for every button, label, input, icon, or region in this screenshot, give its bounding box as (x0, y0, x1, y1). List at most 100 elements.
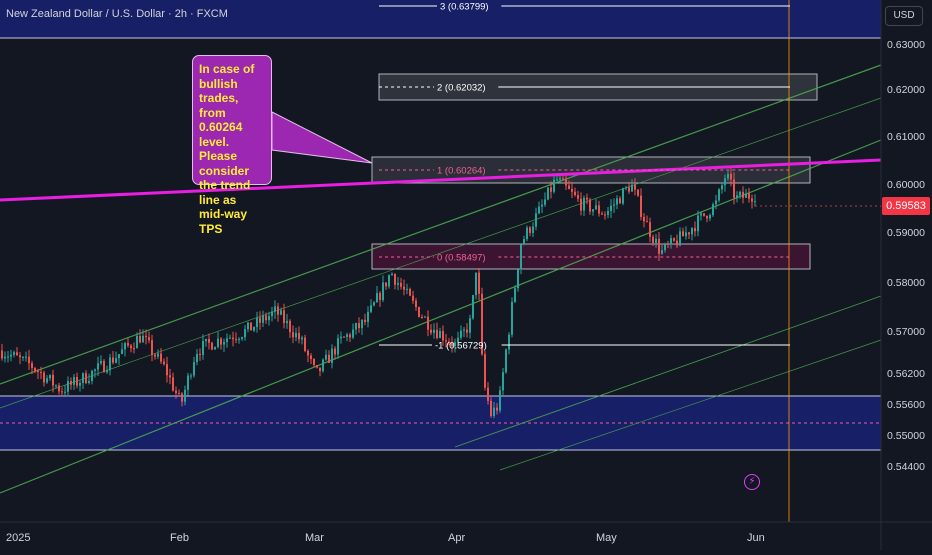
candle-body (352, 329, 354, 338)
candle-body (598, 205, 600, 214)
candle-body (199, 353, 201, 355)
candle-body (472, 295, 474, 319)
time-axis-tick: Mar (305, 532, 324, 544)
candle-body (1, 350, 3, 359)
candle-body (460, 330, 462, 338)
currency-button[interactable]: USD (885, 6, 923, 26)
candle-body (709, 215, 711, 219)
candle-body (727, 173, 729, 179)
candle-body (286, 320, 288, 324)
candle-body (307, 350, 309, 356)
candle-body (421, 316, 423, 318)
candle-body (478, 272, 480, 294)
candle-body (223, 341, 225, 345)
candle-body (70, 381, 72, 385)
candle-body (43, 372, 45, 383)
candle-body (436, 329, 438, 338)
callout-note[interactable]: In case of bullish trades, from 0.60264 … (192, 55, 272, 236)
candle-body (484, 354, 486, 388)
candle-body (523, 239, 525, 245)
candle-body (385, 282, 387, 287)
candle-body (574, 191, 576, 196)
candle-body (595, 205, 597, 210)
candle-body (133, 348, 135, 350)
candle-body (292, 332, 294, 338)
candle-body (685, 232, 687, 237)
candle-body (346, 334, 348, 338)
candle-body (274, 306, 276, 312)
candle-body (442, 331, 444, 341)
candle-body (577, 195, 579, 199)
candle-body (736, 195, 738, 198)
candle-body (328, 354, 330, 363)
candle-body (226, 338, 228, 342)
candle-body (16, 352, 18, 356)
fib-level-label: 3 (0.63799) (440, 2, 489, 13)
candle-body (661, 250, 663, 254)
candle-body (691, 228, 693, 235)
candle-body (700, 213, 702, 216)
candle-body (568, 185, 570, 190)
candle-body (703, 213, 705, 216)
candle-body (580, 198, 582, 211)
candle-body (91, 370, 93, 381)
chart-canvas[interactable]: 3 (0.63799) 2 (0.62032) 1 (0.60264) 0 (0.58… (0, 0, 932, 550)
candle-body (406, 288, 408, 290)
candle-body (748, 193, 750, 199)
candle-body (4, 356, 6, 359)
candle-body (688, 232, 690, 235)
candle-body (370, 305, 372, 312)
candle-body (544, 199, 546, 205)
candle-body (490, 400, 492, 417)
candle-body (193, 362, 195, 376)
candle-body (529, 227, 531, 233)
candle-body (514, 288, 516, 302)
candle-body (508, 334, 510, 350)
candle-body (85, 373, 87, 383)
candle-body (319, 367, 321, 372)
candle-body (124, 343, 126, 350)
time-axis-tick: 2025 (6, 532, 30, 544)
candle-body (415, 300, 417, 308)
candle-body (316, 364, 318, 368)
candle-body (535, 213, 537, 227)
candle-body (37, 371, 39, 373)
candle-body (82, 373, 84, 383)
price-axis-tick: 0.60000 (887, 179, 925, 191)
candle-body (652, 236, 654, 243)
price-axis-tick: 0.54400 (887, 461, 925, 473)
candle-body (565, 179, 567, 186)
candle-body (496, 407, 498, 411)
price-axis-tick: 0.58000 (887, 277, 925, 289)
candle-body (100, 360, 102, 364)
candle-body (127, 343, 129, 346)
candle-body (586, 197, 588, 200)
candle-body (145, 335, 147, 338)
candle-body (382, 282, 384, 300)
candle-body (541, 204, 543, 207)
candle-body (589, 199, 591, 212)
candle-body (271, 311, 273, 317)
candle-body (109, 357, 111, 371)
candle-body (634, 184, 636, 190)
candle-body (181, 393, 183, 402)
candle-body (322, 359, 324, 372)
chart-area[interactable]: 3 (0.63799) 2 (0.62032) 1 (0.60264) 0 (0.58… (0, 0, 932, 550)
candle-body (259, 317, 261, 323)
candle-body (613, 204, 615, 206)
candle-body (742, 191, 744, 198)
candle-body (208, 338, 210, 343)
candle-body (388, 275, 390, 287)
candle-body (121, 349, 123, 355)
candle-body (424, 316, 426, 318)
candle-body (28, 356, 30, 364)
candle-body (403, 286, 405, 290)
candle-body (94, 369, 96, 371)
candle-body (469, 318, 471, 333)
price-axis-tick: 0.59000 (887, 227, 925, 239)
candle-body (349, 334, 351, 338)
lightning-icon[interactable]: ⚡ (744, 474, 760, 490)
candle-body (745, 193, 747, 198)
candle-body (376, 293, 378, 303)
candle-body (583, 197, 585, 211)
